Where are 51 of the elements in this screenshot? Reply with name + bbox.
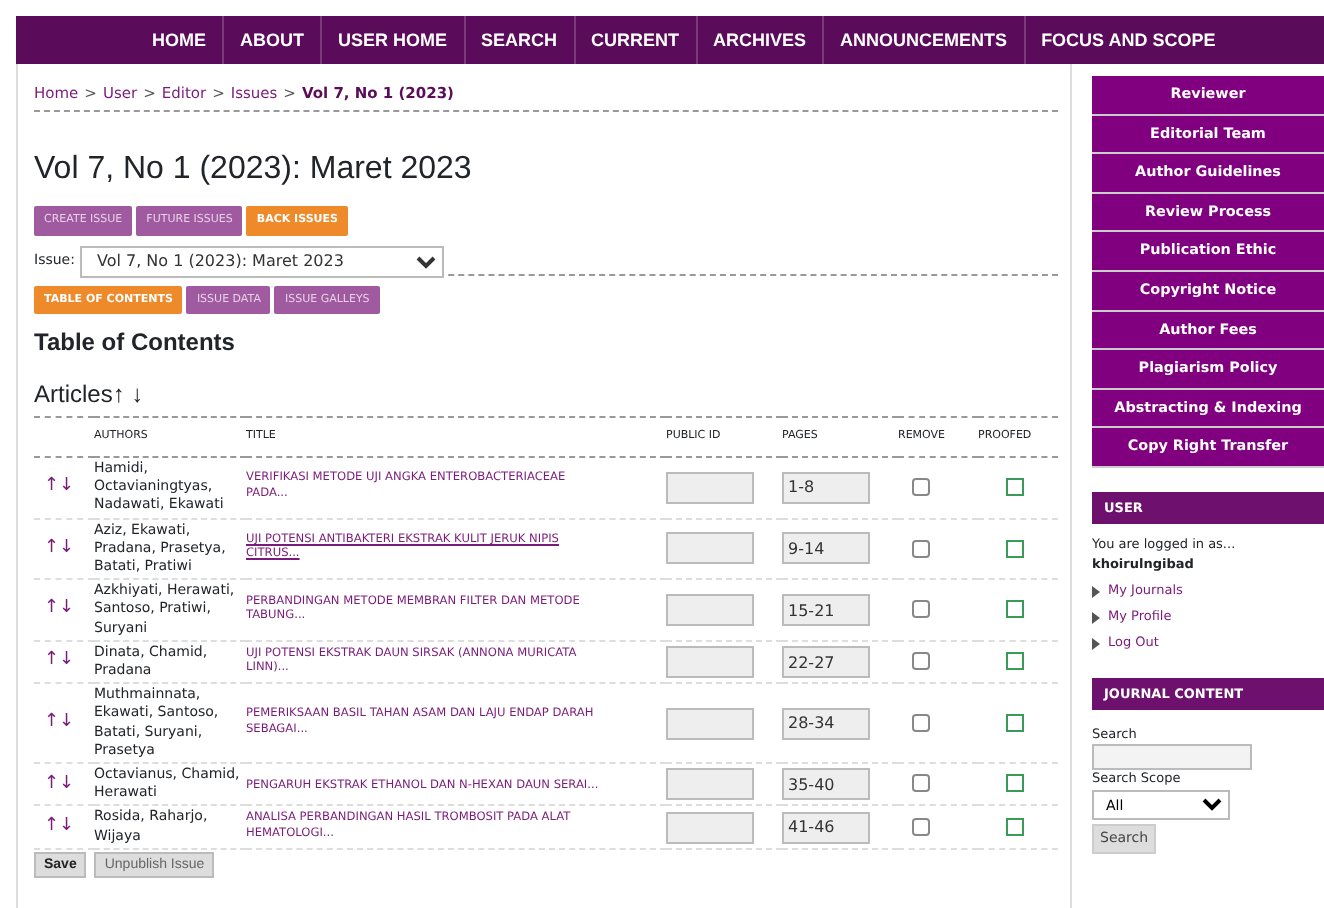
nav-link[interactable]: ABOUT [224, 16, 322, 64]
remove-checkbox[interactable] [912, 713, 930, 732]
reorder-arrows[interactable]: ↑↓ [34, 773, 75, 794]
pages-field[interactable]: 15-21 [782, 594, 870, 627]
public-id-field[interactable] [666, 646, 754, 679]
proofed-checkbox[interactable] [1006, 600, 1024, 619]
nav-link[interactable]: SEARCH [465, 16, 576, 64]
pages-field[interactable]: 9-14 [782, 532, 870, 565]
proofed-checkbox[interactable] [1006, 817, 1024, 836]
public-id-field[interactable] [666, 707, 754, 740]
bullet-icon [1092, 637, 1100, 650]
remove-checkbox[interactable] [912, 774, 930, 793]
reorder-arrows[interactable]: ↑↓ [34, 650, 75, 671]
pages-field[interactable]: 41-46 [782, 811, 870, 844]
search-field[interactable] [1092, 744, 1252, 771]
reorder-arrows[interactable]: ↑↓ [34, 476, 75, 497]
reorder-arrows[interactable]: ↑↓ [34, 816, 75, 837]
proofed-checkbox[interactable] [1006, 774, 1024, 793]
page-title: Vol 7, No 1 (2023): Maret 2023 [34, 152, 474, 189]
pages-field[interactable]: 28-34 [782, 707, 870, 740]
nav-link[interactable]: ARCHIVES [697, 16, 825, 64]
public-id-field[interactable] [666, 471, 754, 504]
issue-select[interactable]: Vol 7, No 1 (2023): Maret 2023 [80, 245, 445, 277]
bullet-icon [1092, 586, 1100, 599]
proofed-checkbox[interactable] [1006, 477, 1024, 496]
remove-checkbox[interactable] [912, 539, 930, 558]
remove-checkbox[interactable] [912, 652, 930, 671]
bullet-icon [1092, 612, 1100, 625]
proofed-checkbox[interactable] [1006, 713, 1024, 732]
reorder-arrows[interactable]: ↑↓ [34, 712, 75, 733]
public-id-field[interactable] [666, 594, 754, 627]
public-id-field[interactable] [666, 768, 754, 801]
proofed-checkbox[interactable] [1006, 539, 1024, 558]
remove-checkbox[interactable] [912, 817, 930, 836]
pages-field[interactable]: 22-27 [782, 646, 870, 679]
remove-checkbox[interactable] [912, 477, 930, 496]
nav-link[interactable]: CURRENT [575, 16, 698, 64]
pages-field[interactable]: 35-40 [782, 768, 870, 801]
nav-link[interactable]: HOME [136, 16, 224, 64]
nav-link[interactable]: ANNOUNCEMENTS [824, 16, 1026, 64]
nav-link[interactable]: USER HOME [322, 16, 466, 64]
remove-checkbox[interactable] [912, 600, 930, 619]
pages-field[interactable]: 1-8 [782, 471, 870, 504]
reorder-arrows[interactable]: ↑↓ [34, 537, 75, 558]
proofed-checkbox[interactable] [1006, 652, 1024, 671]
nav-link[interactable]: FOCUS AND SCOPE [1025, 16, 1232, 64]
reorder-arrows[interactable]: ↑↓ [34, 598, 75, 619]
section-heading: Articles↑ ↓ [34, 379, 146, 408]
public-id-field[interactable] [666, 811, 754, 844]
section-title: Table of Contents [34, 327, 237, 356]
public-id-field[interactable] [666, 532, 754, 565]
